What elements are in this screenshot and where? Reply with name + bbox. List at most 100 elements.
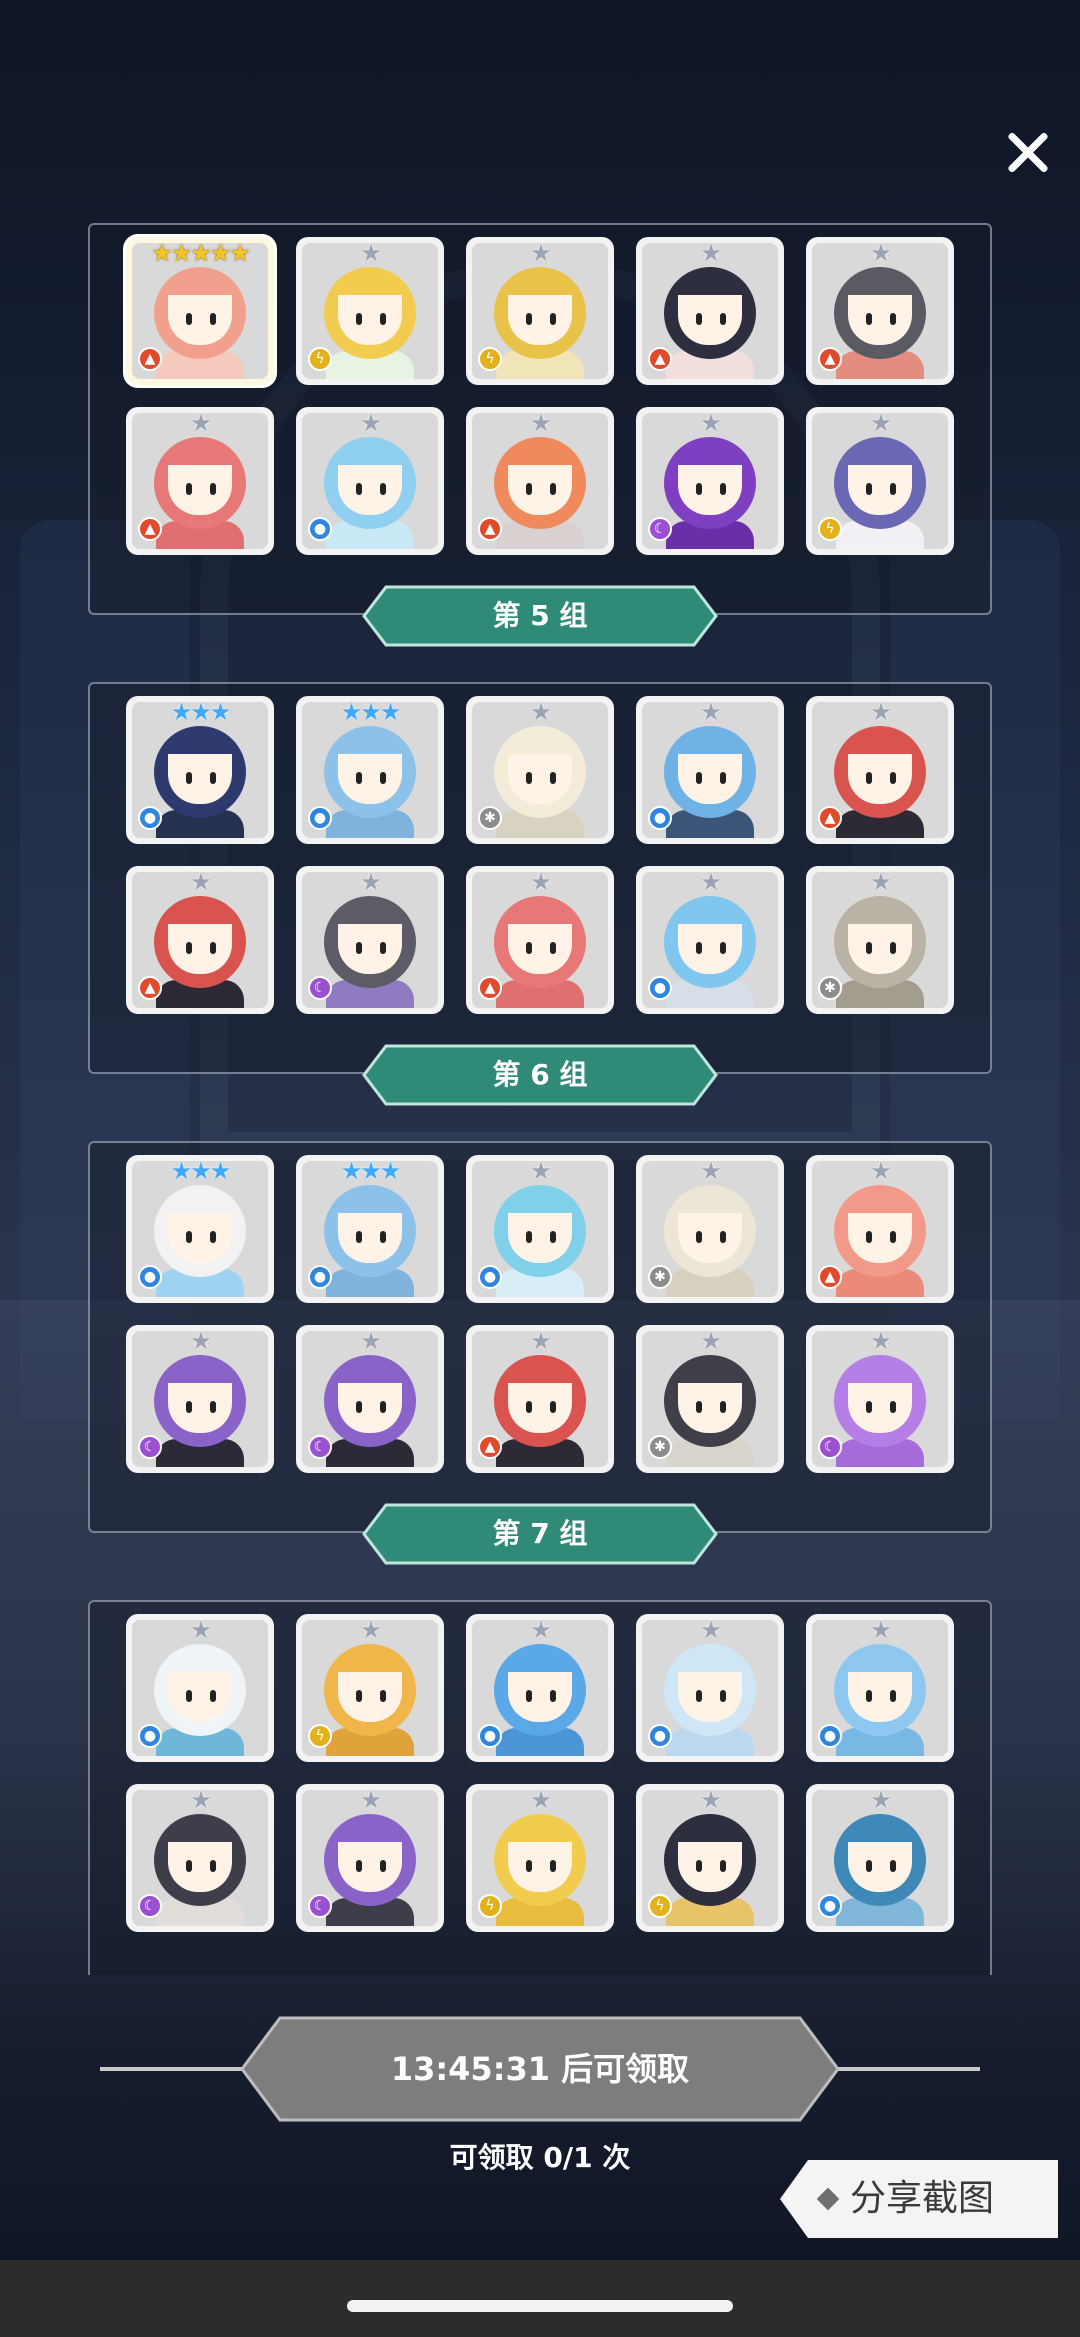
hero-card[interactable]: ★ ● bbox=[296, 407, 444, 555]
hero-eye bbox=[210, 483, 216, 495]
group-banner-label: 第 7 组 bbox=[492, 1517, 588, 1550]
hero-card[interactable]: ★ ▲ bbox=[126, 407, 274, 555]
hero-card[interactable]: ★ ϟ bbox=[466, 237, 614, 385]
hero-card[interactable]: ★ ☾ bbox=[636, 407, 784, 555]
star-rating-icon: ★ bbox=[190, 413, 212, 437]
group-list[interactable]: ★★★★★▲★ϟ★ϟ★▲★▲★▲★●★▲★☾★ϟ第 4 组★★★●★★★●★✱★… bbox=[0, 205, 1080, 1975]
claim-button[interactable]: 13:45:31 后可领取 bbox=[240, 2016, 840, 2122]
hero-card[interactable]: ★ ϟ bbox=[806, 407, 954, 555]
hero-portrait: ★ ▲ bbox=[812, 1161, 948, 1297]
hero-card[interactable]: ★ ▲ bbox=[636, 237, 784, 385]
hero-eye bbox=[550, 942, 556, 954]
hero-card[interactable]: ★ ▲ bbox=[806, 696, 954, 844]
hero-card[interactable]: ★ ▲ bbox=[806, 1155, 954, 1303]
hero-card[interactable]: ★ ▲ bbox=[806, 237, 954, 385]
hero-card[interactable]: ★ ▲ bbox=[126, 866, 274, 1014]
hero-card[interactable]: ★ ✱ bbox=[636, 1325, 784, 1473]
hero-eye bbox=[210, 1860, 216, 1872]
hero-eye bbox=[550, 1860, 556, 1872]
hero-portrait: ★ ● bbox=[472, 1161, 608, 1297]
hero-card[interactable]: ★ ● bbox=[636, 1614, 784, 1762]
hero-portrait: ★ ● bbox=[132, 1620, 268, 1756]
hero-card[interactable]: ★ ϟ bbox=[636, 1784, 784, 1932]
hero-card[interactable]: ★ ☾ bbox=[126, 1325, 274, 1473]
hero-eye bbox=[696, 1401, 702, 1413]
hero-card[interactable]: ★ ✱ bbox=[466, 696, 614, 844]
hero-eye bbox=[890, 942, 896, 954]
hero-card[interactable]: ★ ☾ bbox=[296, 866, 444, 1014]
hero-card[interactable]: ★ ϟ bbox=[466, 1784, 614, 1932]
water-element-icon: ● bbox=[138, 1724, 162, 1748]
hero-portrait: ★ ● bbox=[812, 1620, 948, 1756]
star-rating-icon: ★ bbox=[530, 243, 552, 267]
hero-portrait: ★ ● bbox=[642, 702, 778, 838]
hero-portrait: ★ ● bbox=[472, 1620, 608, 1756]
close-icon[interactable] bbox=[1000, 125, 1056, 181]
hero-card[interactable]: ★ ☾ bbox=[806, 1325, 954, 1473]
star-rating-icon: ★ bbox=[530, 1161, 552, 1185]
dark-element-icon: ☾ bbox=[308, 1894, 332, 1918]
water-element-icon: ● bbox=[308, 517, 332, 541]
hero-eye bbox=[720, 1860, 726, 1872]
group-banner: 第 7 组 bbox=[362, 1503, 718, 1565]
hero-card[interactable]: ★ ● bbox=[466, 1614, 614, 1762]
hero-card[interactable]: ★ ▲ bbox=[466, 407, 614, 555]
hero-card[interactable]: ★ ϟ bbox=[296, 237, 444, 385]
share-screenshot-button[interactable]: 分享截图 bbox=[780, 2160, 1058, 2238]
hero-eye bbox=[550, 1690, 556, 1702]
hero-portrait: ★ ϟ bbox=[812, 413, 948, 549]
hero-card[interactable]: ★ ● bbox=[126, 1614, 274, 1762]
star-rating-icon: ★ bbox=[190, 1790, 212, 1814]
water-element-icon: ● bbox=[138, 806, 162, 830]
hero-eye bbox=[186, 772, 192, 784]
star-rating-icon: ★ bbox=[700, 1161, 722, 1185]
hero-card[interactable]: ★★★ ● bbox=[126, 1155, 274, 1303]
bottom-bar bbox=[0, 2260, 1080, 2337]
hero-card[interactable]: ★ ✱ bbox=[806, 866, 954, 1014]
hero-eye bbox=[890, 1690, 896, 1702]
star-rating-icon: ★ bbox=[700, 413, 722, 437]
hero-card[interactable]: ★ ☾ bbox=[296, 1784, 444, 1932]
water-element-icon: ● bbox=[308, 806, 332, 830]
dark-element-icon: ☾ bbox=[308, 1435, 332, 1459]
hero-eye bbox=[526, 313, 532, 325]
hero-eye bbox=[356, 1690, 362, 1702]
hero-portrait: ★ ● bbox=[812, 1790, 948, 1926]
hero-card[interactable]: ★ ▲ bbox=[466, 866, 614, 1014]
hero-card[interactable]: ★ ϟ bbox=[296, 1614, 444, 1762]
hero-eye bbox=[720, 1690, 726, 1702]
hero-eye bbox=[526, 772, 532, 784]
hero-eye bbox=[526, 1231, 532, 1243]
hero-card[interactable]: ★ ☾ bbox=[296, 1325, 444, 1473]
fire-element-icon: ▲ bbox=[138, 976, 162, 1000]
hero-card[interactable]: ★ ☾ bbox=[126, 1784, 274, 1932]
hero-eye bbox=[890, 313, 896, 325]
hero-eye bbox=[210, 1401, 216, 1413]
hero-card[interactable]: ★ ● bbox=[636, 866, 784, 1014]
hero-eye bbox=[720, 313, 726, 325]
hero-card[interactable]: ★ ● bbox=[806, 1614, 954, 1762]
hero-card[interactable]: ★★★ ● bbox=[126, 696, 274, 844]
hero-eye bbox=[696, 942, 702, 954]
hero-portrait: ★★★ ● bbox=[132, 1161, 268, 1297]
water-element-icon: ● bbox=[648, 1724, 672, 1748]
hero-eye bbox=[380, 942, 386, 954]
hero-card[interactable]: ★ ● bbox=[636, 696, 784, 844]
hero-card[interactable]: ★★★★★ ▲ bbox=[126, 237, 274, 385]
fire-element-icon: ▲ bbox=[138, 517, 162, 541]
hero-card[interactable]: ★★★ ● bbox=[296, 696, 444, 844]
star-rating-icon: ★ bbox=[870, 1790, 892, 1814]
hero-card[interactable]: ★ ✱ bbox=[636, 1155, 784, 1303]
hero-card[interactable]: ★ ▲ bbox=[466, 1325, 614, 1473]
hero-card[interactable]: ★ ● bbox=[466, 1155, 614, 1303]
hero-portrait: ★★★ ● bbox=[132, 702, 268, 838]
hero-card[interactable]: ★★★ ● bbox=[296, 1155, 444, 1303]
hero-card[interactable]: ★ ● bbox=[806, 1784, 954, 1932]
star-rating-icon: ★ bbox=[530, 1331, 552, 1355]
home-indicator[interactable] bbox=[347, 2300, 733, 2312]
share-button-label: 分享截图 bbox=[850, 2178, 995, 2219]
star-rating-icon: ★ bbox=[530, 1620, 552, 1644]
fire-element-icon: ▲ bbox=[478, 517, 502, 541]
hero-eye bbox=[526, 1690, 532, 1702]
hero-eye bbox=[866, 1860, 872, 1872]
